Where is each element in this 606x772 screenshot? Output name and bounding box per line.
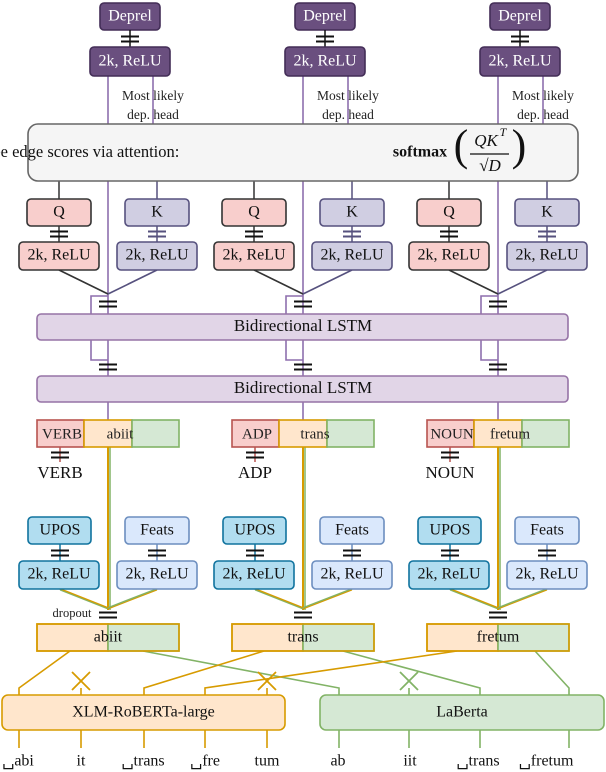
token-word: abiit	[107, 426, 134, 442]
architecture-diagram: Deprel 2k, ReLU Most likely dep. head Deprel…	[0, 2, 605, 770]
key-label: K	[151, 204, 163, 221]
subword-token: ␣abi	[2, 753, 34, 770]
head-note: Most likely	[512, 88, 574, 103]
connector	[254, 588, 304, 609]
predicted-upos: VERB	[37, 463, 82, 482]
dense-label: 2k, ReLU	[515, 566, 579, 583]
head-note: Most likely	[122, 88, 184, 103]
embedding-word: abiit	[94, 629, 123, 646]
paren-right: )	[512, 121, 527, 170]
connector	[448, 269, 499, 295]
dense-label: 2k, ReLU	[98, 53, 162, 70]
predicted-upos: ADP	[238, 463, 272, 482]
connector	[58, 269, 109, 295]
upos-value: ADP	[242, 426, 272, 442]
query-label: Q	[248, 204, 260, 221]
subword-token: ␣fre	[190, 753, 220, 770]
connector	[285, 340, 303, 361]
dense-label: 2k, ReLU	[125, 566, 189, 583]
dense-label: 2k, ReLU	[417, 247, 481, 264]
numerator: QK	[474, 131, 499, 150]
dense-label: 2k, ReLU	[320, 566, 384, 583]
deprel-label: Deprel	[303, 8, 347, 25]
query-label: Q	[53, 204, 65, 221]
dense-label: 2k, ReLU	[320, 247, 384, 264]
dense-label: 2k, ReLU	[293, 53, 357, 70]
head-note: Most likely	[317, 88, 379, 103]
attention-text: Dependency tree edge scores via attentio…	[0, 142, 179, 161]
upos-value: VERB	[42, 426, 82, 442]
key-label: K	[346, 204, 358, 221]
connector	[497, 269, 548, 295]
subword-token: tum	[255, 753, 280, 770]
embedding-word: trans	[287, 629, 318, 646]
dense-label: 2k, ReLU	[27, 247, 91, 264]
connector	[302, 269, 353, 295]
feats-label: Feats	[530, 522, 564, 539]
lstm-label: Bidirectional LSTM	[234, 316, 372, 335]
connector	[285, 295, 303, 314]
dense-label: 2k, ReLU	[488, 53, 552, 70]
dense-label: 2k, ReLU	[222, 247, 286, 264]
embedding-link	[534, 650, 570, 695]
query-label: Q	[443, 204, 455, 221]
connector	[449, 588, 499, 609]
embedding-link	[18, 650, 71, 695]
embedding-link	[143, 650, 265, 695]
upos-value: NOUN	[430, 426, 473, 442]
laberta-segment	[326, 419, 375, 448]
laberta-segment	[131, 419, 180, 448]
token-word: trans	[300, 426, 329, 442]
connector	[254, 589, 304, 610]
connector	[107, 588, 158, 609]
model-name: LaBerta	[436, 704, 488, 721]
upos-label: UPOS	[40, 522, 81, 539]
subword-token: iit	[403, 753, 417, 770]
connector	[302, 589, 353, 610]
connector	[449, 589, 499, 610]
key-label: K	[541, 204, 553, 221]
predicted-upos: NOUN	[425, 463, 474, 482]
subword-token: ab	[330, 753, 345, 770]
connector	[107, 589, 158, 610]
connector	[480, 340, 498, 361]
connector	[497, 589, 548, 610]
feats-label: Feats	[140, 522, 174, 539]
dense-label: 2k, ReLU	[27, 566, 91, 583]
dense-label: 2k, ReLU	[125, 247, 189, 264]
connector	[497, 588, 548, 609]
dropout-label: dropout	[53, 606, 92, 620]
connector	[480, 295, 498, 314]
embedding-word: fretum	[477, 629, 520, 646]
softmax-label: softmax	[393, 144, 447, 161]
deprel-label: Deprel	[108, 8, 152, 25]
connector	[90, 340, 108, 361]
connector	[90, 295, 108, 314]
token-word: fretum	[490, 426, 530, 442]
paren-left: (	[454, 121, 469, 170]
dense-label: 2k, ReLU	[222, 566, 286, 583]
dense-label: 2k, ReLU	[515, 247, 579, 264]
connector	[253, 269, 304, 295]
connector	[302, 588, 353, 609]
head-note: dep. head	[127, 107, 179, 122]
head-note: dep. head	[322, 107, 374, 122]
deprel-label: Deprel	[498, 8, 542, 25]
lstm-label: Bidirectional LSTM	[234, 378, 372, 397]
connector	[107, 269, 158, 295]
feats-label: Feats	[335, 522, 369, 539]
upos-label: UPOS	[235, 522, 276, 539]
subword-token: ␣fretum	[519, 753, 574, 770]
model-name: XLM-RoBERTa-large	[72, 704, 214, 721]
head-note: dep. head	[517, 107, 569, 122]
subword-token: ␣trans	[456, 753, 499, 770]
denominator: √D	[479, 156, 501, 175]
upos-label: UPOS	[430, 522, 471, 539]
subword-token: it	[77, 753, 86, 770]
subword-token: ␣trans	[121, 753, 164, 770]
dense-label: 2k, ReLU	[417, 566, 481, 583]
